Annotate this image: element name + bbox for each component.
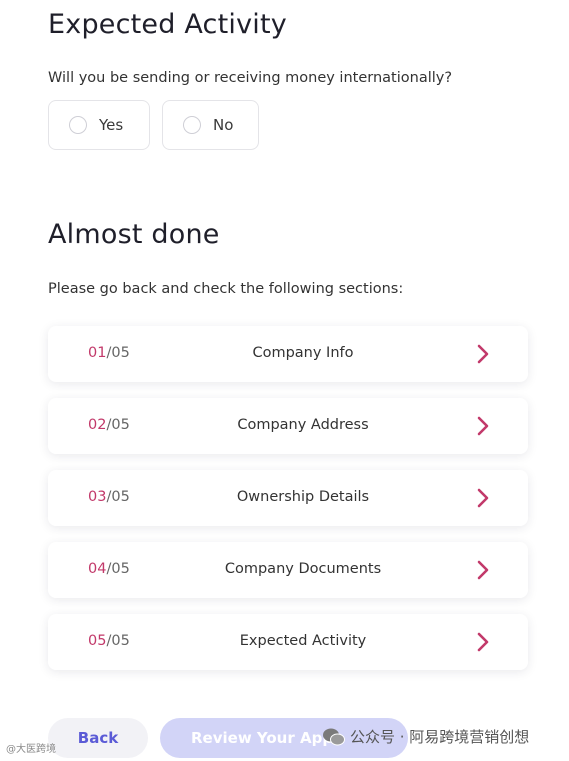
international-question: Will you be sending or receiving money i…: [48, 70, 453, 86]
almost-done-title: Almost done: [48, 219, 220, 250]
section-step-number: 04: [88, 561, 107, 577]
chevron-right-icon[interactable]: [476, 631, 490, 653]
radio-circle-icon[interactable]: [69, 116, 87, 134]
section-step-number: 02: [88, 417, 107, 433]
radio-circle-icon[interactable]: [183, 116, 201, 134]
section-card-ownership-details[interactable]: 03/05 Ownership Details: [48, 470, 528, 526]
section-name: Company Address: [237, 417, 369, 433]
watermark-text: 公众号 · 阿易跨境营销创想: [350, 728, 530, 746]
chevron-right-icon[interactable]: [476, 559, 490, 581]
expected-activity-title: Expected Activity: [48, 9, 287, 40]
wechat-icon: [323, 728, 345, 745]
chevron-right-icon[interactable]: [476, 487, 490, 509]
check-sections-instruction: Please go back and check the following s…: [48, 281, 404, 297]
section-name: Company Documents: [224, 561, 382, 577]
section-name: Company Info: [252, 345, 354, 361]
section-card-company-address[interactable]: 02/05 Company Address: [48, 398, 528, 454]
back-button[interactable]: Back: [48, 718, 148, 758]
section-card-company-documents[interactable]: 04/05 Company Documents: [48, 542, 528, 598]
radio-option-yes[interactable]: Yes: [48, 100, 150, 150]
section-step-number: 01: [88, 345, 107, 361]
section-name: Ownership Details: [236, 489, 370, 505]
section-card-expected-activity[interactable]: 05/05 Expected Activity: [48, 614, 528, 670]
section-card-company-info[interactable]: 01/05 Company Info: [48, 326, 528, 382]
watermark-wechat: 公众号 · 阿易跨境营销创想: [322, 726, 529, 747]
radio-label-yes: Yes: [99, 116, 124, 134]
section-step-number: 05: [88, 633, 107, 649]
radio-label-no: No: [213, 116, 234, 134]
watermark-corner: @大医跨境: [6, 744, 56, 755]
section-step-number: 03: [88, 489, 107, 505]
chevron-right-icon[interactable]: [476, 343, 490, 365]
section-name: Expected Activity: [239, 633, 367, 649]
chevron-right-icon[interactable]: [476, 415, 490, 437]
radio-option-no[interactable]: No: [162, 100, 259, 150]
